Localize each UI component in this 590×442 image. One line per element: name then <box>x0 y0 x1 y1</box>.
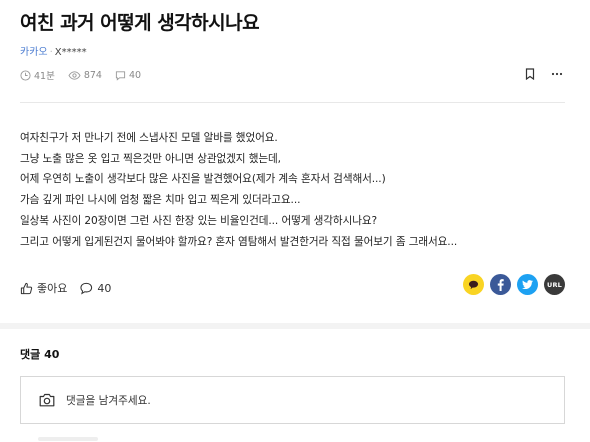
body-line: 여자친구가 저 만나기 전에 스냅사진 모델 알바를 했었어요. <box>20 132 278 144</box>
clock-icon <box>20 69 31 81</box>
post-actions: 좋아요 40 <box>20 280 124 296</box>
comment-icon <box>115 70 126 81</box>
time-text: 41분 <box>34 71 55 82</box>
like-label: 좋아요 <box>37 282 68 295</box>
kakao-share-button[interactable] <box>463 274 484 295</box>
twitter-icon <box>522 280 533 289</box>
comment-input-box[interactable]: 댓글을 남겨주세요. <box>20 376 565 424</box>
camera-icon[interactable] <box>39 393 55 407</box>
body-line: 그리고 어떻게 입게된건지 물어봐야 할까요? 혼자 염탐해서 발견한거라 직접… <box>20 235 458 248</box>
kakao-share-icon <box>468 280 479 289</box>
speech-bubble-icon <box>80 282 93 295</box>
facebook-share-button[interactable] <box>490 274 511 295</box>
thumbs-up-icon <box>20 282 33 294</box>
body-line: 어제 우연히 노출이 생각보다 많은 사진을 발견했어요(제가 계속 혼자서 검… <box>20 173 386 186</box>
facebook-icon <box>497 278 504 291</box>
view-count: 874 <box>68 70 102 81</box>
twitter-share-button[interactable] <box>517 274 538 295</box>
more-icon <box>551 72 563 76</box>
author-name: X***** <box>54 47 87 58</box>
post-title: 여친 과거 어떻게 생각하시나요 <box>20 12 260 34</box>
byline: 카카오 · X***** <box>20 43 87 58</box>
bookmark-button[interactable] <box>525 68 535 80</box>
category-link[interactable]: 카카오 <box>20 47 48 58</box>
comment-button[interactable]: 40 <box>80 282 111 295</box>
share-buttons: URL <box>457 274 565 295</box>
body-line: 그냥 노출 많은 옷 입고 찍은것만 아니면 상관없겠지 했는데, <box>20 152 281 165</box>
post-meta: 41분 874 40 <box>20 68 154 82</box>
post-tools <box>509 68 563 80</box>
body-line: 일상복 사진이 20장이면 그런 사진 한장 있는 비율인건데... 어떻게 생… <box>20 214 378 227</box>
comments-text: 40 <box>128 69 142 81</box>
separator-dot: · <box>49 47 53 58</box>
like-button[interactable]: 좋아요 <box>20 280 67 296</box>
time-ago: 41분 <box>20 68 55 82</box>
comment-count: 40 <box>115 70 141 81</box>
header-divider <box>20 102 565 103</box>
next-comment-peek <box>38 437 98 441</box>
eye-icon <box>68 70 81 80</box>
post-body: 여자친구가 저 만나기 전에 스냅사진 모델 알바를 했었어요. 그냥 노출 많… <box>20 128 580 252</box>
bookmark-icon <box>525 68 535 80</box>
more-button[interactable] <box>551 72 563 76</box>
views-text: 874 <box>83 69 102 81</box>
comment-input[interactable]: 댓글을 남겨주세요. <box>66 393 151 408</box>
comment-count-label: 40 <box>97 281 112 295</box>
url-share-button[interactable]: URL <box>544 274 565 295</box>
url-link-icon: URL <box>546 280 563 289</box>
comments-heading: 댓글 40 <box>20 348 60 361</box>
section-divider <box>0 323 590 329</box>
body-line: 가슴 깊게 파인 나시에 엄청 짧은 치마 입고 찍은게 있더라고요... <box>20 194 301 207</box>
